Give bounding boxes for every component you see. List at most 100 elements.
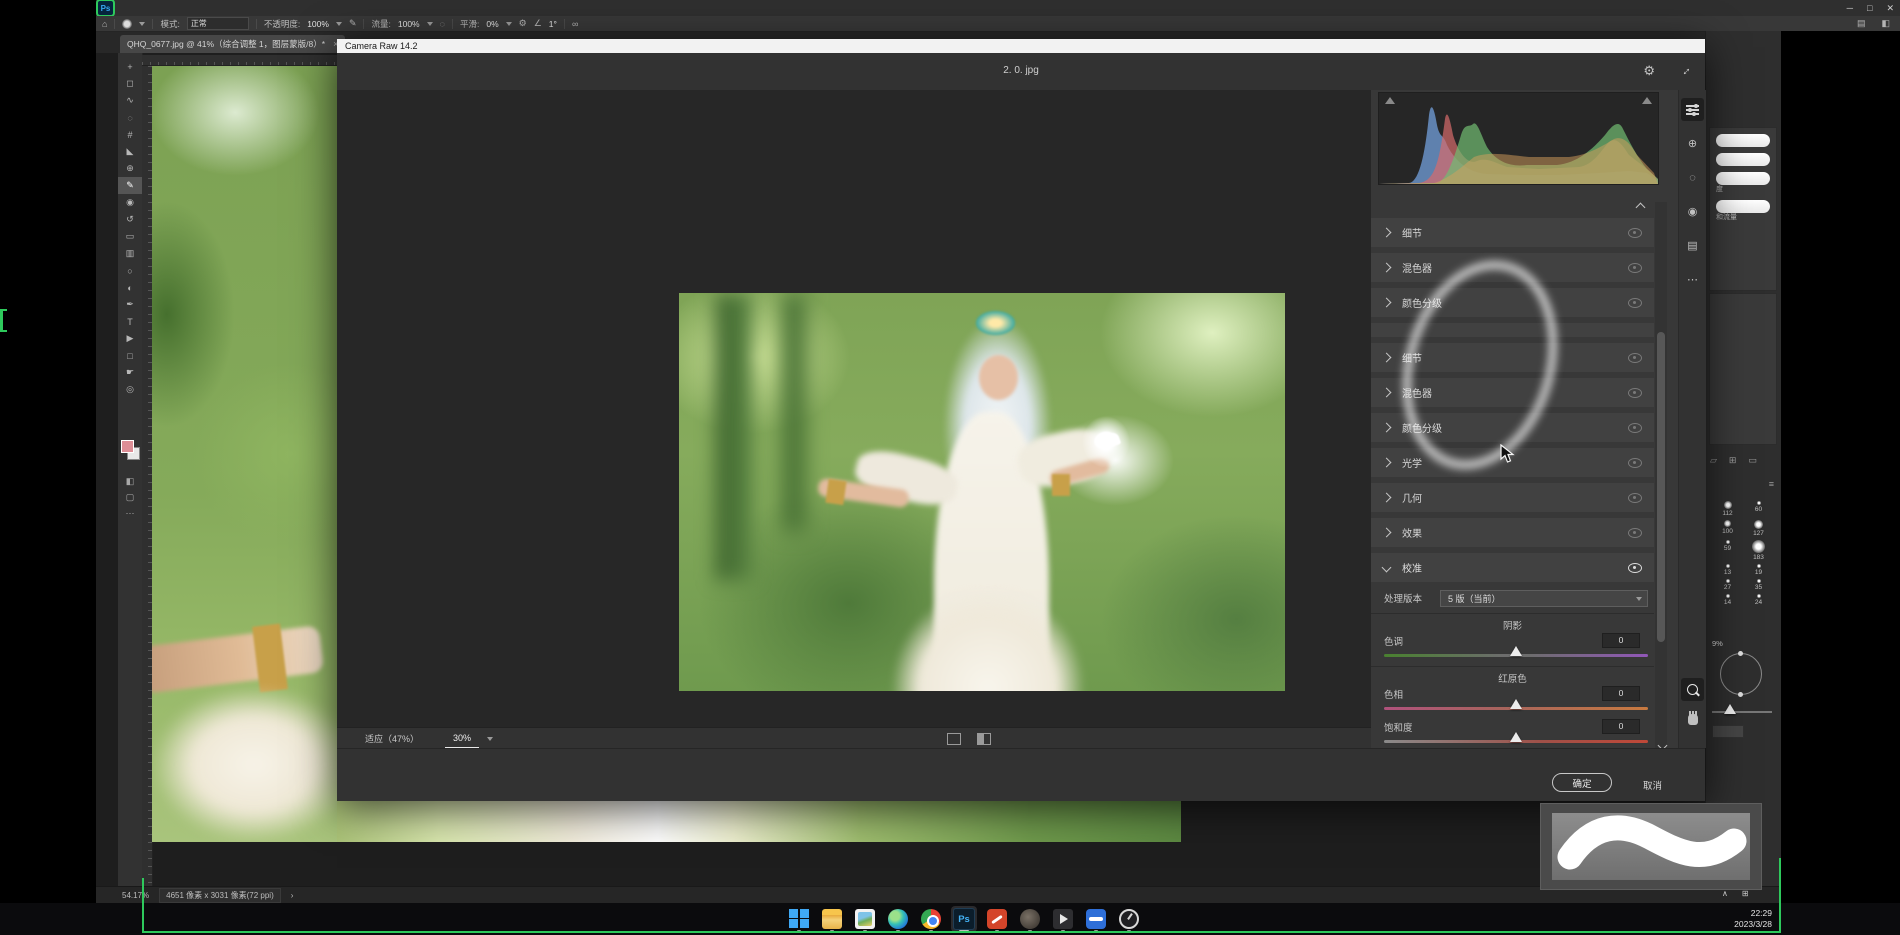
- section-calibration[interactable]: 校准: [1371, 553, 1654, 582]
- flow-value[interactable]: 100%: [398, 19, 420, 29]
- brush-preset[interactable]: 183: [1743, 540, 1774, 561]
- status-arrow-icon[interactable]: ›: [291, 891, 294, 900]
- brush-stroke-item[interactable]: [1710, 134, 1776, 147]
- before-after-icon[interactable]: [947, 733, 961, 745]
- visibility-eye-icon[interactable]: [1628, 388, 1642, 398]
- ring-app[interactable]: [1116, 906, 1142, 932]
- settings-gear-icon[interactable]: ⚙: [1643, 63, 1655, 79]
- image-preview-area[interactable]: [337, 90, 1371, 727]
- scroll-up-icon[interactable]: [1636, 203, 1646, 213]
- brush-preset[interactable]: 100: [1712, 520, 1743, 537]
- tint-value[interactable]: 0: [1602, 633, 1640, 648]
- symmetry-icon[interactable]: ∞: [572, 19, 578, 29]
- panel-scrollbar[interactable]: [1655, 202, 1667, 748]
- presets-icon[interactable]: ▤: [1681, 234, 1704, 257]
- brush-preset[interactable]: 112: [1712, 501, 1743, 517]
- fullscreen-icon[interactable]: ↔: [1676, 61, 1694, 79]
- move-tool[interactable]: +: [118, 58, 142, 75]
- status-zoom-value[interactable]: 54.17%: [122, 891, 149, 900]
- brush-preset[interactable]: 35: [1743, 579, 1774, 591]
- type-tool[interactable]: T: [118, 313, 142, 330]
- photos[interactable]: [852, 906, 878, 932]
- brush-value-box[interactable]: [1712, 725, 1744, 738]
- path-select-tool[interactable]: ▶: [118, 330, 142, 347]
- pen-tool[interactable]: ✒: [118, 296, 142, 313]
- visibility-eye-icon[interactable]: [1628, 263, 1642, 273]
- opacity-caret-icon[interactable]: [336, 22, 342, 26]
- zoom-tool-icon[interactable]: [1681, 678, 1704, 701]
- color-swatches[interactable]: [121, 440, 139, 460]
- screen-mode-icon[interactable]: ▢: [118, 492, 142, 503]
- hand-tool[interactable]: ☛: [118, 364, 142, 381]
- media-app[interactable]: [1050, 906, 1076, 932]
- brush-preset[interactable]: 24: [1743, 594, 1774, 606]
- visibility-eye-icon[interactable]: [1628, 298, 1642, 308]
- dialog-title-bar[interactable]: Camera Raw 14.2: [337, 39, 1705, 53]
- visibility-eye-icon[interactable]: [1628, 353, 1642, 363]
- workspace-icon[interactable]: ▤: [1857, 18, 1866, 29]
- panel-section[interactable]: 细节: [1371, 343, 1654, 372]
- visibility-eye-icon[interactable]: [1628, 493, 1642, 503]
- pen-pressure-icon[interactable]: ✎: [349, 18, 357, 29]
- ok-button[interactable]: 确定: [1552, 773, 1612, 792]
- panel-section[interactable]: 颜色分级: [1371, 288, 1654, 317]
- gradient-tool[interactable]: ▥: [118, 245, 142, 262]
- clone-stamp-tool[interactable]: ◉: [118, 194, 142, 211]
- flow-caret-icon[interactable]: [427, 22, 433, 26]
- dodge-tool[interactable]: ◐: [118, 279, 142, 296]
- eraser-tool[interactable]: ▭: [118, 228, 142, 245]
- brush-stroke-item[interactable]: 度: [1710, 172, 1776, 194]
- slider-thumb-icon[interactable]: [1724, 704, 1736, 714]
- brush-angle-dial[interactable]: [1720, 653, 1762, 695]
- panel-section[interactable]: 效果: [1371, 518, 1654, 547]
- marquee-tool[interactable]: ◻: [118, 75, 142, 92]
- start[interactable]: [786, 906, 812, 932]
- brush-preset[interactable]: 13: [1712, 564, 1743, 576]
- panel-section[interactable]: 混色器: [1371, 253, 1654, 282]
- eyedropper-tool[interactable]: ◣: [118, 143, 142, 160]
- angle-value[interactable]: 1°: [549, 19, 557, 29]
- visibility-eye-icon[interactable]: [1628, 228, 1642, 238]
- close-button[interactable]: ✕: [1886, 0, 1894, 16]
- mode-select[interactable]: 正常: [187, 17, 249, 30]
- brush-tool[interactable]: ✎: [118, 177, 142, 194]
- zoom-caret-icon[interactable]: [487, 737, 493, 741]
- scrollbar-thumb[interactable]: [1657, 332, 1665, 642]
- photoshop-logo-icon[interactable]: Ps: [98, 1, 113, 15]
- brush-preset[interactable]: 19: [1743, 564, 1774, 576]
- zoom-level-tab[interactable]: 30%: [441, 728, 483, 749]
- smoothing-caret-icon[interactable]: [506, 22, 512, 26]
- home-icon[interactable]: ⌂: [102, 19, 107, 29]
- hue-slider[interactable]: [1384, 707, 1648, 710]
- folder-icon[interactable]: ▱: [1710, 455, 1717, 466]
- masking-icon[interactable]: ◌: [1681, 166, 1704, 189]
- collapse-icon[interactable]: ∧: [1722, 889, 1728, 898]
- blur-tool[interactable]: ○: [118, 262, 142, 279]
- more-options-icon[interactable]: ⋯: [1681, 268, 1704, 291]
- visibility-eye-icon[interactable]: [1628, 528, 1642, 538]
- quick-select-tool[interactable]: ◌: [118, 109, 142, 126]
- brush-preset[interactable]: 14: [1712, 594, 1743, 606]
- slider-thumb-icon[interactable]: [1510, 699, 1522, 709]
- brush-preset-caret-icon[interactable]: [139, 22, 145, 26]
- grid-icon[interactable]: ⊞: [1742, 889, 1749, 898]
- healing-brush-icon[interactable]: ⊕: [1681, 132, 1704, 155]
- history-brush-tool[interactable]: ↺: [118, 211, 142, 228]
- panel-section[interactable]: 颜色分级: [1371, 413, 1654, 442]
- red-app[interactable]: [984, 906, 1010, 932]
- red-eye-icon[interactable]: ◉: [1681, 200, 1704, 223]
- photoshop[interactable]: Ps: [951, 906, 977, 932]
- foreground-color-swatch[interactable]: [121, 440, 134, 453]
- taskbar-clock[interactable]: 22:29 2023/3/28: [1734, 908, 1772, 930]
- brush-preset[interactable]: 59: [1712, 540, 1743, 561]
- histogram[interactable]: [1378, 92, 1659, 185]
- slider-thumb-icon[interactable]: [1510, 646, 1522, 656]
- visibility-eye-icon[interactable]: [1628, 563, 1642, 573]
- file-explorer[interactable]: [819, 906, 845, 932]
- brush-preset[interactable]: 27: [1712, 579, 1743, 591]
- dark-app[interactable]: [1017, 906, 1043, 932]
- saturation-value[interactable]: 0: [1602, 719, 1640, 734]
- spot-healing-tool[interactable]: ⊕: [118, 160, 142, 177]
- brush-stroke-item[interactable]: 和流量: [1710, 200, 1776, 222]
- toolbar-more-icon[interactable]: ⋯: [118, 508, 142, 519]
